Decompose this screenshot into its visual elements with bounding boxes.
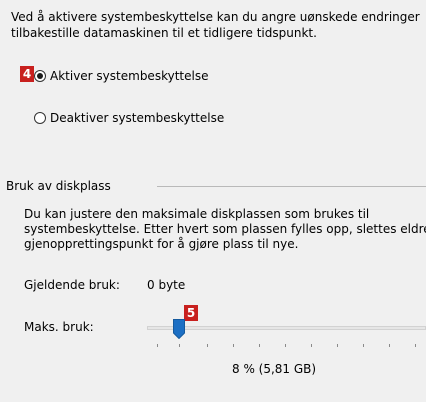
disable-protection-label: Deaktiver systembeskyttelse <box>50 111 225 125</box>
max-usage-slider[interactable] <box>147 316 426 356</box>
slider-tick <box>389 344 390 347</box>
slider-tick <box>179 344 180 347</box>
enable-protection-option[interactable]: Aktiver systembeskyttelse <box>34 68 208 84</box>
step-badge-4: 4 <box>20 66 34 82</box>
slider-tick <box>207 344 208 347</box>
slider-track <box>147 326 426 330</box>
current-usage-label: Gjeldende bruk: <box>24 278 120 292</box>
disk-usage-desc-line-3: gjenopprettingspunkt for å gjøre plass t… <box>24 237 299 251</box>
slider-tick <box>415 344 416 347</box>
current-usage-value: 0 byte <box>147 278 186 292</box>
slider-tick <box>233 344 234 347</box>
intro-line-1: Ved å aktivere systembeskyttelse kan du … <box>11 10 420 24</box>
slider-tick <box>311 344 312 347</box>
slider-tick <box>337 344 338 347</box>
disk-usage-desc-line-1: Du kan justere den maksimale diskplassen… <box>24 207 370 221</box>
enable-protection-label: Aktiver systembeskyttelse <box>50 69 209 83</box>
disable-protection-option[interactable]: Deaktiver systembeskyttelse <box>34 110 224 126</box>
slider-thumb[interactable] <box>173 319 185 339</box>
slider-tick <box>363 344 364 347</box>
disk-usage-group-title: Bruk av diskplass <box>6 179 111 193</box>
disable-protection-radio[interactable] <box>34 112 46 124</box>
slider-tick <box>157 344 158 347</box>
max-usage-label: Maks. bruk: <box>24 320 94 334</box>
slider-tick <box>259 344 260 347</box>
max-usage-value: 8 % (5,81 GB) <box>232 362 317 376</box>
intro-line-2: tilbakestille datamaskinen til et tidlig… <box>11 26 317 40</box>
slider-tick <box>285 344 286 347</box>
group-divider <box>157 186 426 187</box>
enable-protection-radio[interactable] <box>34 70 46 82</box>
disk-usage-desc-line-2: systembeskyttelse. Etter hvert som plass… <box>24 222 426 236</box>
